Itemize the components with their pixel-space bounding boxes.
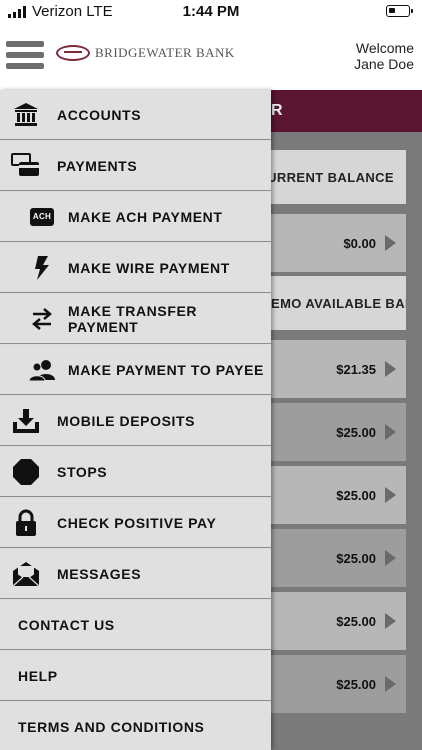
welcome-line: Welcome xyxy=(355,40,414,56)
balance-value: $25.00 xyxy=(336,550,376,566)
menu-item-help[interactable]: HELP xyxy=(0,651,271,701)
menu-label: MAKE ACH PAYMENT xyxy=(68,208,223,225)
battery-icon xyxy=(386,5,413,17)
chevron-right-icon xyxy=(385,676,396,692)
balance-row[interactable]: $25.00 xyxy=(271,529,406,587)
balance-value: $25.00 xyxy=(336,424,376,440)
ach-badge: ACH xyxy=(30,207,54,226)
menu-item-accounts[interactable]: ACCOUNTS xyxy=(0,90,271,140)
menu-label: MOBILE DEPOSITS xyxy=(57,412,196,429)
bank-logo-mark-icon xyxy=(56,45,90,61)
chevron-right-icon xyxy=(385,613,396,629)
download-tray-icon xyxy=(11,406,41,436)
lock-icon xyxy=(11,508,41,538)
user-name: Jane Doe xyxy=(354,56,414,72)
chevron-right-icon xyxy=(385,235,396,251)
balance-value: $21.35 xyxy=(336,361,376,377)
balance-value: $0.00 xyxy=(343,235,376,251)
lightning-icon xyxy=(27,253,57,283)
status-bar: Verizon LTE 1:44 PM xyxy=(0,0,422,24)
chevron-right-icon xyxy=(385,550,396,566)
app-header: BRIDGEWATER BANK Welcome Jane Doe xyxy=(0,24,422,90)
menu-label: TERMS AND CONDITIONS xyxy=(18,718,205,735)
balance-row[interactable]: $25.00 xyxy=(271,655,406,713)
menu-item-make-transfer-payment[interactable]: MAKE TRANSFER PAYMENT xyxy=(0,294,271,344)
balance-value: $25.00 xyxy=(336,613,376,629)
menu-item-stops[interactable]: STOPS xyxy=(0,447,271,497)
menu-label: HELP xyxy=(18,667,58,684)
menu-label: CHECK POSITIVE PAY xyxy=(57,514,217,531)
navigation-drawer: ACCOUNTS PAYMENTS ACH MAKE ACH PAYMENT M… xyxy=(0,90,271,750)
bank-icon xyxy=(11,100,41,130)
balance-row[interactable]: $0.00 xyxy=(271,214,406,272)
menu-item-make-payment-to-payee[interactable]: MAKE PAYMENT TO PAYEE xyxy=(0,345,271,395)
chevron-right-icon xyxy=(385,487,396,503)
ach-icon: ACH xyxy=(27,202,57,232)
menu-label: MAKE WIRE PAYMENT xyxy=(68,259,230,276)
menu-label: MESSAGES xyxy=(57,565,142,582)
menu-label: STOPS xyxy=(57,463,108,480)
balance-row[interactable]: $21.35 xyxy=(271,340,406,398)
menu-item-payments[interactable]: PAYMENTS xyxy=(0,141,271,191)
menu-item-mobile-deposits[interactable]: MOBILE DEPOSITS xyxy=(0,396,271,446)
status-time: 1:44 PM xyxy=(182,3,240,20)
bank-name: BRIDGEWATER BANK xyxy=(95,45,235,60)
menu-item-make-wire-payment[interactable]: MAKE WIRE PAYMENT xyxy=(0,243,271,293)
menu-item-make-ach-payment[interactable]: ACH MAKE ACH PAYMENT xyxy=(0,192,271,242)
memo-available-balance-header: EMO AVAILABLE BALA... xyxy=(271,276,406,330)
balance-row[interactable]: $25.00 xyxy=(271,466,406,524)
bank-logo: BRIDGEWATER BANK xyxy=(56,45,235,61)
balance-value: $25.00 xyxy=(336,487,376,503)
hamburger-menu-icon[interactable] xyxy=(6,41,44,69)
people-icon xyxy=(27,355,57,385)
stop-octagon-icon xyxy=(11,457,41,487)
balance-value: $25.00 xyxy=(336,676,376,692)
payments-icon xyxy=(11,151,41,181)
current-balance-header: CURRENT BALANCE xyxy=(271,150,406,204)
balance-row[interactable]: $25.00 xyxy=(271,592,406,650)
chevron-right-icon xyxy=(385,361,396,377)
menu-label: MAKE PAYMENT TO PAYEE xyxy=(68,361,264,378)
menu-label: ACCOUNTS xyxy=(57,106,142,123)
menu-item-terms-and-conditions[interactable]: TERMS AND CONDITIONS xyxy=(0,702,271,750)
accounts-title-fragment: R xyxy=(271,102,283,119)
chevron-right-icon xyxy=(385,424,396,440)
transfer-arrows-icon xyxy=(27,304,57,334)
envelope-icon xyxy=(11,559,41,589)
menu-item-contact-us[interactable]: CONTACT US xyxy=(0,600,271,650)
menu-label: MAKE TRANSFER PAYMENT xyxy=(68,302,198,335)
menu-item-check-positive-pay[interactable]: CHECK POSITIVE PAY xyxy=(0,498,271,548)
welcome-message: Welcome Jane Doe xyxy=(354,40,414,72)
menu-item-messages[interactable]: MESSAGES xyxy=(0,549,271,599)
menu-label: CONTACT US xyxy=(18,616,115,633)
balance-row[interactable]: $25.00 xyxy=(271,403,406,461)
menu-label: PAYMENTS xyxy=(57,157,138,174)
